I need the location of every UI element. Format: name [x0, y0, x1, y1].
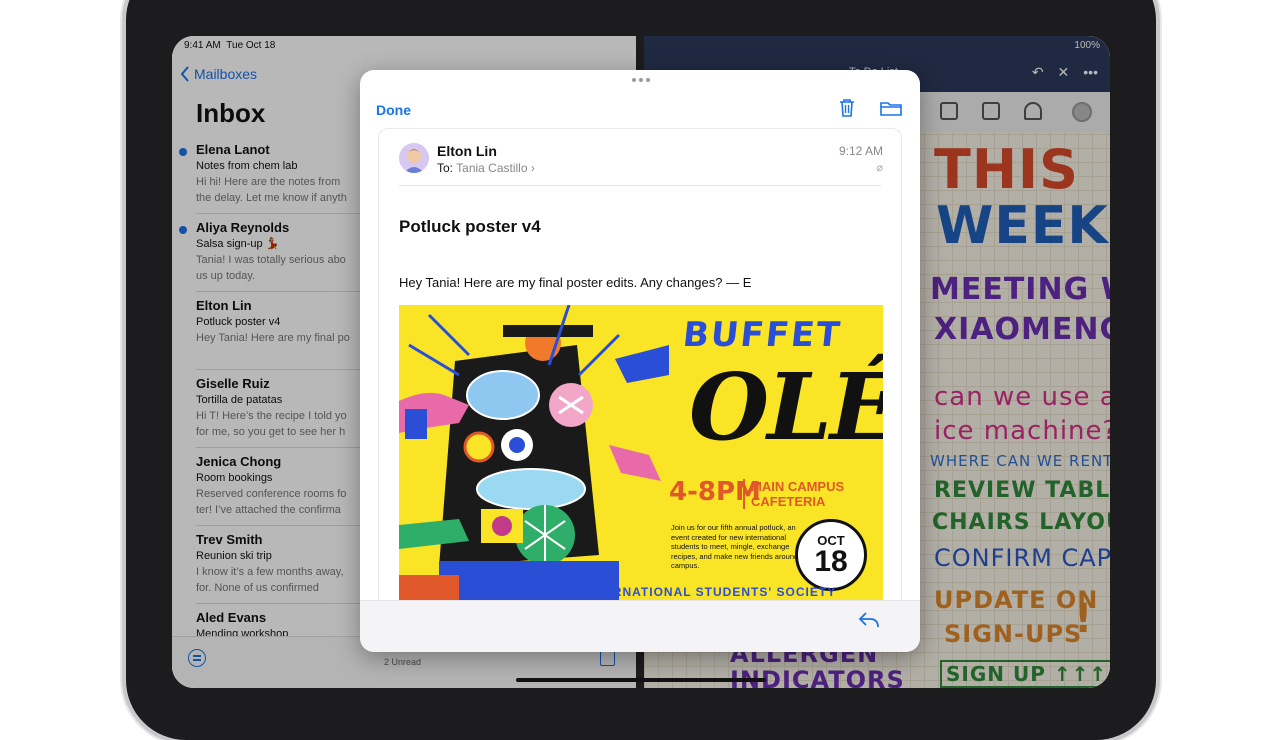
avatar	[399, 143, 429, 173]
grabber-handle[interactable]	[632, 78, 650, 82]
poster-date-day: 18	[814, 545, 848, 578]
header-divider	[399, 185, 881, 186]
reply-icon[interactable]	[858, 611, 880, 629]
poster-title-buffet: BUFFET	[680, 315, 844, 355]
mail-slide-over: Done Elton Lin To: Tania Castillo › 9:12…	[360, 70, 920, 652]
message-subject: Potluck poster v4	[399, 217, 541, 236]
ipad-screen: 9:41 AM Tue Oct 18 Mailboxes Inbox Elena…	[172, 36, 1110, 688]
chevron-right-icon: ›	[530, 161, 535, 175]
done-button[interactable]: Done	[376, 102, 411, 118]
message-time: 9:12 AM	[838, 144, 883, 158]
attachment-icon: ⌀	[876, 162, 883, 174]
poster-date-badge: OCT 18	[795, 519, 867, 591]
poster-venue: MAIN CAMPUS CAFETERIA	[743, 479, 853, 509]
poster-venue-line1: MAIN CAMPUS	[751, 479, 845, 494]
message-view: Elton Lin To: Tania Castillo › 9:12 AM ⌀…	[378, 128, 902, 652]
to-label: To:	[437, 161, 454, 175]
message-body: Hey Tania! Here are my final poster edit…	[399, 275, 752, 290]
message-footer-toolbar	[360, 600, 920, 652]
poster-host-line: HOSTED BY THE INTERNATIONAL STUDENTS' SO…	[467, 585, 837, 599]
trash-icon[interactable]	[838, 98, 856, 118]
poster-illustration	[399, 305, 669, 601]
recipient-line[interactable]: To: Tania Castillo ›	[437, 161, 535, 175]
poster-title-ole: OLÉ	[689, 353, 883, 461]
recipient-name: Tania Castillo	[456, 161, 528, 175]
folder-icon[interactable]	[880, 100, 902, 116]
home-indicator[interactable]	[516, 678, 766, 682]
poster-image[interactable]: BUFFET OLÉ 4-8PM MAIN CAMPUS CAFETERIA J…	[399, 305, 883, 601]
poster-description: Join us for our fifth annual potluck, an…	[671, 523, 799, 570]
poster-venue-line2: CAFETERIA	[751, 494, 826, 509]
message-sender: Elton Lin	[437, 143, 497, 159]
